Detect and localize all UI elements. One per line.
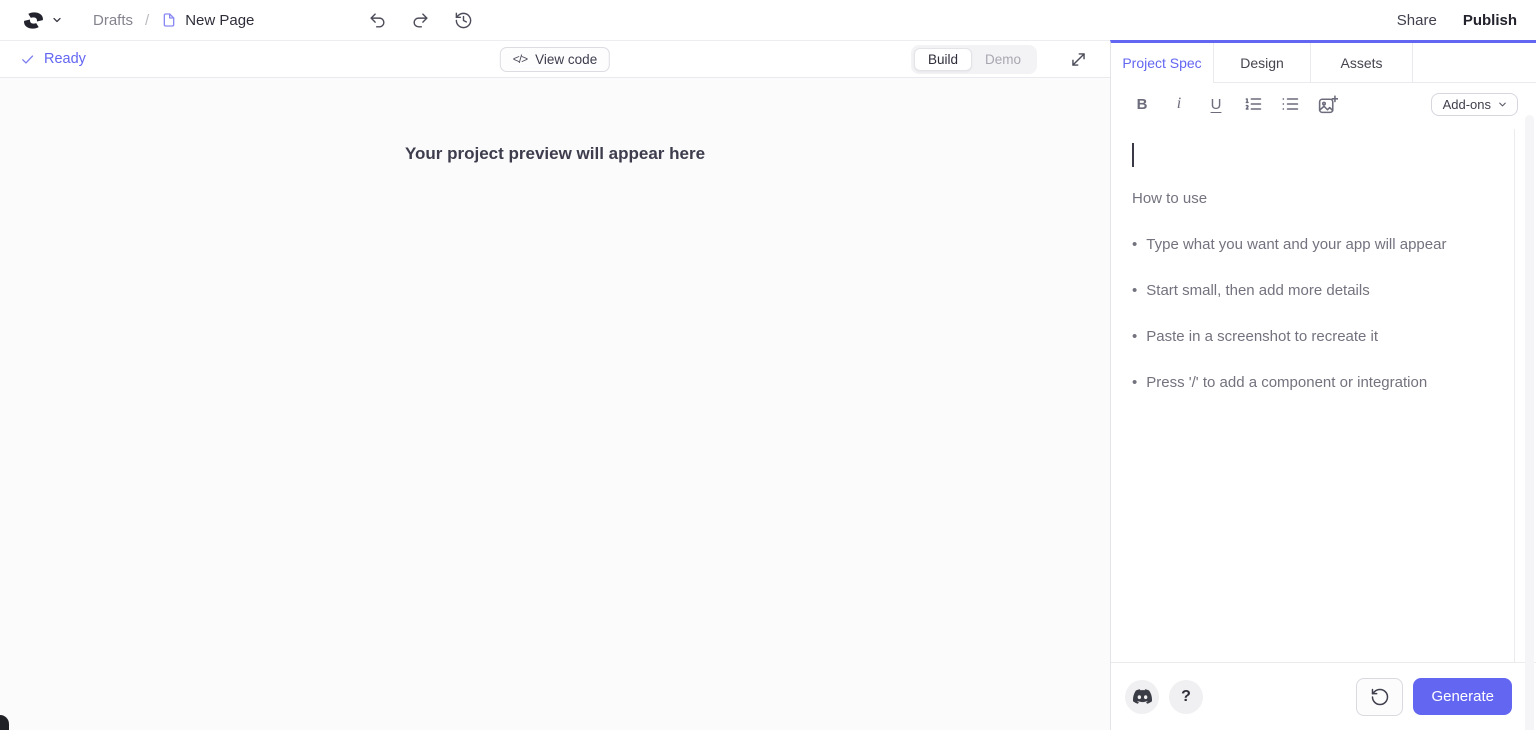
publish-button[interactable]: Publish (1463, 12, 1517, 29)
tab-design[interactable]: Design (1214, 43, 1311, 83)
check-icon (20, 52, 35, 67)
page-title: New Page (185, 11, 255, 29)
main-area: Ready </> View code Build Demo Your proj… (0, 40, 1536, 730)
bullet-dot: • (1132, 374, 1138, 391)
bullet-list-icon (1280, 94, 1300, 114)
status-badge: Ready (20, 51, 86, 67)
tab-project-spec[interactable]: Project Spec (1111, 43, 1214, 83)
preview-canvas: Your project preview will appear here (0, 78, 1110, 730)
italic-button[interactable]: i (1169, 93, 1189, 115)
expand-preview-button[interactable] (1067, 48, 1090, 71)
breadcrumb-separator: / (145, 11, 150, 29)
insert-image-button[interactable] (1317, 93, 1338, 115)
editor-bullet-item: • Press '/' to add a component or integr… (1132, 372, 1494, 393)
redo-button[interactable] (409, 9, 432, 32)
header-actions: Share Publish (1397, 12, 1517, 29)
bullet-dot: • (1132, 328, 1138, 345)
page-file-icon (161, 12, 177, 28)
preview-placeholder-message: Your project preview will appear here (404, 144, 706, 163)
undo-icon (368, 11, 387, 30)
demo-tab[interactable]: Demo (972, 48, 1034, 71)
underline-button[interactable]: U (1206, 93, 1226, 115)
preview-toolbar: Ready </> View code Build Demo (0, 41, 1110, 78)
bullet-text: Press '/' to add a component or integrat… (1146, 374, 1428, 391)
bullet-list-button[interactable] (1280, 93, 1300, 115)
spec-panel: Project Spec Design Assets B i U Add-ons… (1110, 40, 1536, 730)
bullet-dot: • (1132, 282, 1138, 299)
share-button[interactable]: Share (1397, 12, 1437, 29)
addons-label: Add-ons (1442, 96, 1491, 112)
discord-button[interactable] (1125, 679, 1159, 714)
format-toolbar: B i U Add-ons (1111, 83, 1536, 125)
reset-button[interactable] (1356, 677, 1404, 716)
top-header: Drafts / New Page Share Publish (0, 0, 1536, 40)
build-demo-toggle: Build Demo (910, 44, 1037, 74)
image-plus-icon (1317, 94, 1338, 115)
help-button[interactable]: ? (1169, 679, 1203, 714)
editor-heading: How to use (1132, 190, 1208, 207)
breadcrumb-page[interactable]: New Page (161, 12, 254, 29)
bold-button[interactable]: B (1132, 93, 1152, 115)
breadcrumb-drafts[interactable]: Drafts (93, 12, 133, 29)
text-cursor (1132, 143, 1134, 167)
bullet-text: Type what you want and your app will app… (1146, 236, 1447, 253)
undo-button[interactable] (366, 9, 389, 32)
history-clock-icon (454, 11, 473, 30)
generate-button[interactable]: Generate (1413, 678, 1512, 715)
view-code-label: View code (535, 51, 598, 67)
spec-panel-tabs: Project Spec Design Assets (1111, 43, 1536, 83)
bullet-text: Paste in a screenshot to recreate it (1146, 328, 1379, 345)
bullet-dot: • (1132, 236, 1138, 253)
code-icon: </> (512, 52, 528, 66)
bullet-text: Start small, then add more details (1146, 282, 1370, 299)
history-controls (366, 9, 475, 32)
ordered-list-button[interactable] (1243, 93, 1263, 115)
breadcrumb: Drafts / New Page (93, 12, 254, 29)
view-code-button[interactable]: </> View code (499, 46, 611, 72)
version-history-button[interactable] (452, 9, 475, 32)
tab-assets[interactable]: Assets (1311, 43, 1413, 83)
expand-diagonal-icon (1069, 50, 1088, 69)
preview-pane: Ready </> View code Build Demo Your proj… (0, 40, 1110, 730)
app-window: Drafts / New Page Share Publish Ready </… (0, 0, 1536, 730)
spec-panel-footer: ? Generate (1111, 662, 1536, 730)
create-logo-icon (20, 9, 47, 32)
ordered-list-icon (1243, 94, 1263, 114)
tabs-filler (1413, 43, 1536, 83)
editor-bullet-item: • Start small, then add more details (1132, 280, 1494, 301)
status-label: Ready (44, 51, 86, 67)
chevron-down-icon (1497, 99, 1508, 110)
panel-scrollbar[interactable] (1525, 115, 1534, 730)
redo-icon (411, 11, 430, 30)
build-tab[interactable]: Build (913, 47, 972, 71)
rotate-ccw-icon (1370, 687, 1390, 707)
discord-icon (1132, 687, 1152, 706)
addons-dropdown[interactable]: Add-ons (1430, 92, 1518, 116)
workspace-menu-button[interactable] (20, 9, 63, 32)
chevron-down-icon (51, 14, 63, 26)
editor-bullet-item: • Type what you want and your app will a… (1132, 234, 1494, 255)
editor-bullet-item: • Paste in a screenshot to recreate it (1132, 326, 1494, 347)
spec-editor[interactable]: How to use • Type what you want and your… (1111, 129, 1515, 662)
